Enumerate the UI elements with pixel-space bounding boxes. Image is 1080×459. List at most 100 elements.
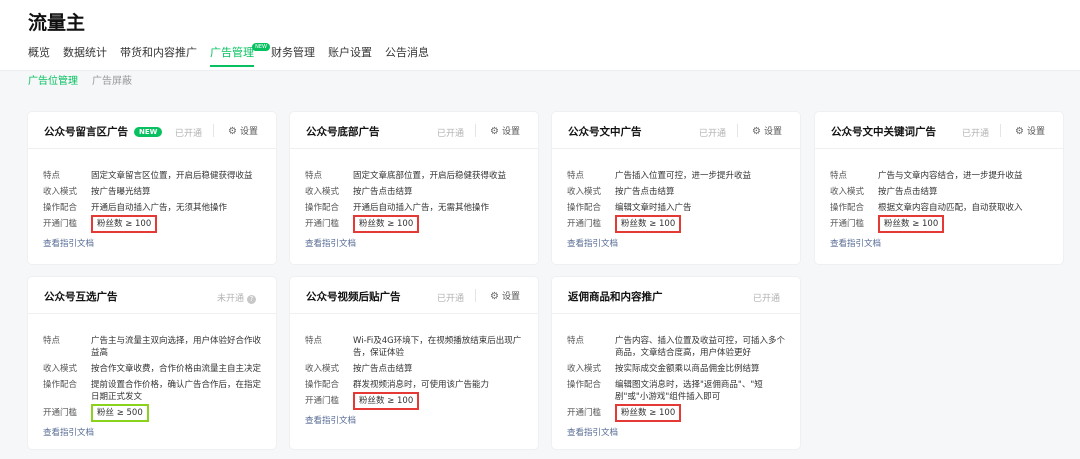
gear-icon: ⚙: [1015, 126, 1024, 137]
view-guide-link[interactable]: 查看指引文档: [567, 426, 788, 438]
subtab-ad-blocking[interactable]: 广告屏蔽: [92, 72, 132, 87]
settings-button[interactable]: ⚙ 设置: [1015, 124, 1045, 137]
tab-account-settings[interactable]: 账户设置: [328, 45, 372, 65]
operation-label: 操作配合: [305, 203, 340, 213]
settings-button[interactable]: ⚙ 设置: [752, 124, 782, 137]
income-label: 收入模式: [43, 364, 78, 374]
card-body: 特点 广告与文章内容结合，进一步提升收益 收入模式 按广告点击结算 操作配合 根据文章…: [830, 170, 1051, 249]
subtab-ad-slot-management[interactable]: 广告位管理: [28, 72, 78, 87]
ad-card-keyword: 公众号文中关键词广告 已开通 ⚙ 设置 特点 广告与文章内容结合，进一步提升收益 收…: [815, 112, 1063, 264]
card-body: 特点 Wi-Fi及4G环境下，在视频播放结束后出现广告，保证体验 收入模式 按广告点…: [305, 335, 526, 426]
divider: [737, 124, 738, 137]
tab-announcements[interactable]: 公告消息: [385, 45, 429, 65]
ad-card-in-article: 公众号文中广告 已开通 ⚙ 设置 特点 广告插入位置可控，进一步提升收益 收入模式 按…: [552, 112, 800, 264]
operation-value: 开通后自动插入广告，无需其他操作: [353, 203, 490, 213]
ad-card-video-post-roll: 公众号视频后贴广告 已开通 ⚙ 设置 特点 Wi-Fi及4G环境下，在视频播放结束后…: [290, 277, 538, 449]
feature-label: 特点: [567, 336, 585, 346]
operation-value: 编辑图文消息时，选择"返佣商品"、"短剧"或"小游戏"组件插入即可: [615, 380, 763, 402]
tab-ad-management-label: 广告管理: [210, 46, 254, 59]
threshold-label: 开通门槛: [305, 219, 340, 229]
card-title: 公众号视频后贴广告: [306, 291, 401, 303]
ad-card-mutual-selection: 公众号互选广告 未开通? 特点 广告主与流量主双向选择，用户体验好合作收益高 收入…: [28, 277, 276, 449]
gear-icon: ⚙: [752, 126, 761, 137]
card-title: 公众号底部广告: [306, 126, 380, 138]
card-title-text: 公众号留言区广告: [44, 126, 128, 138]
operation-value: 根据文章内容自动匹配，自动获取收入: [878, 203, 1023, 213]
card-title: 公众号留言区广告 NEW: [44, 124, 163, 139]
operation-value: 编辑文章时插入广告: [615, 203, 692, 213]
operation-label: 操作配合: [43, 380, 78, 390]
operation-label: 操作配合: [567, 203, 602, 213]
tab-ad-management[interactable]: 广告管理 NEW: [210, 43, 270, 67]
income-label: 收入模式: [43, 187, 78, 197]
status-label: 已开通: [698, 129, 726, 139]
status-label: 已开通: [752, 294, 780, 304]
threshold-label: 开通门槛: [305, 396, 340, 406]
income-label: 收入模式: [567, 187, 602, 197]
card-body: 特点 固定文章留言区位置，开启后稳健获得收益 收入模式 按广告曝光结算 操作配合 开通…: [43, 170, 264, 249]
threshold-label: 开通门槛: [567, 408, 602, 418]
view-guide-link[interactable]: 查看指引文档: [305, 237, 526, 249]
income-value: 按广告点击结算: [353, 187, 413, 197]
settings-label: 设置: [763, 127, 782, 137]
settings-label: 设置: [501, 127, 520, 137]
threshold-label: 开通门槛: [43, 219, 78, 229]
income-label: 收入模式: [305, 364, 340, 374]
sub-nav: 广告位管理 广告屏蔽: [28, 72, 146, 87]
feature-value: 广告插入位置可控，进一步提升收益: [615, 171, 752, 181]
view-guide-link[interactable]: 查看指引文档: [43, 237, 264, 249]
status-label: 已开通: [436, 129, 464, 139]
income-value: 按广告曝光结算: [91, 187, 151, 197]
settings-label: 设置: [501, 292, 520, 302]
divider: [475, 124, 476, 137]
tab-overview[interactable]: 概览: [28, 45, 50, 65]
tab-content-promotion[interactable]: 带货和内容推广: [120, 45, 197, 65]
feature-value: 广告主与流量主双向选择，用户体验好合作收益高: [91, 336, 262, 358]
operation-value: 开通后自动插入广告，无须其他操作: [91, 203, 228, 213]
settings-button[interactable]: ⚙ 设置: [490, 289, 520, 302]
new-badge: NEW: [134, 127, 163, 137]
feature-value: 广告内容、插入位置及收益可控，可插入多个商品，文章结合度高，用户体验更好: [615, 336, 786, 358]
threshold-value: 粉丝数 ≥ 100: [91, 215, 158, 233]
feature-label: 特点: [43, 171, 61, 181]
operation-value: 提前设置合作价格，确认广告合作后，在指定日期正式发文: [91, 380, 262, 402]
card-header: 公众号互选广告 未开通?: [28, 277, 276, 314]
help-icon[interactable]: ?: [247, 295, 256, 304]
view-guide-link[interactable]: 查看指引文档: [830, 237, 1051, 249]
threshold-label: 开通门槛: [567, 219, 602, 229]
operation-label: 操作配合: [567, 380, 602, 390]
card-title: 公众号文中广告: [568, 126, 642, 138]
card-title: 公众号文中关键词广告: [831, 126, 936, 138]
card-body: 特点 固定文章底部位置，开启后稳健获得收益 收入模式 按广告点击结算 操作配合 开通后…: [305, 170, 526, 249]
threshold-label: 开通门槛: [830, 219, 865, 229]
operation-label: 操作配合: [43, 203, 78, 213]
threshold-value: 粉丝数 ≥ 100: [353, 392, 420, 410]
income-label: 收入模式: [830, 187, 865, 197]
divider: [475, 289, 476, 302]
ad-card-comment-area: 公众号留言区广告 NEW 已开通 ⚙ 设置 特点 固定文章留言区位置，开启后稳健获得收…: [28, 112, 276, 264]
view-guide-link[interactable]: 查看指引文档: [43, 426, 264, 438]
card-header: 公众号视频后贴广告 已开通 ⚙ 设置: [290, 277, 538, 314]
tab-finance[interactable]: 财务管理: [271, 45, 315, 65]
settings-button[interactable]: ⚙ 设置: [490, 124, 520, 137]
card-header: 公众号底部广告 已开通 ⚙ 设置: [290, 112, 538, 149]
new-badge: NEW: [252, 43, 270, 51]
income-label: 收入模式: [567, 364, 602, 374]
view-guide-link[interactable]: 查看指引文档: [305, 414, 526, 426]
card-body: 特点 广告内容、插入位置及收益可控，可插入多个商品，文章结合度高，用户体验更好 收…: [567, 335, 788, 438]
ad-card-bottom: 公众号底部广告 已开通 ⚙ 设置 特点 固定文章底部位置，开启后稳健获得收益 收入模…: [290, 112, 538, 264]
card-body: 特点 广告插入位置可控，进一步提升收益 收入模式 按广告点击结算 操作配合 编辑文章时…: [567, 170, 788, 249]
page-title: 流量主: [28, 12, 86, 34]
income-value: 按广告点击结算: [878, 187, 938, 197]
income-value: 按广告点击结算: [615, 187, 675, 197]
card-header: 公众号留言区广告 NEW 已开通 ⚙ 设置: [28, 112, 276, 149]
feature-label: 特点: [305, 336, 323, 346]
main-nav: 概览 数据统计 带货和内容推广 广告管理 NEW 财务管理 账户设置 公告消息: [28, 43, 442, 67]
settings-button[interactable]: ⚙ 设置: [228, 124, 258, 137]
card-title: 返佣商品和内容推广: [568, 291, 663, 303]
feature-value: 广告与文章内容结合，进一步提升收益: [878, 171, 1023, 181]
divider: [213, 124, 214, 137]
tab-statistics[interactable]: 数据统计: [63, 45, 107, 65]
view-guide-link[interactable]: 查看指引文档: [567, 237, 788, 249]
operation-label: 操作配合: [305, 380, 340, 390]
